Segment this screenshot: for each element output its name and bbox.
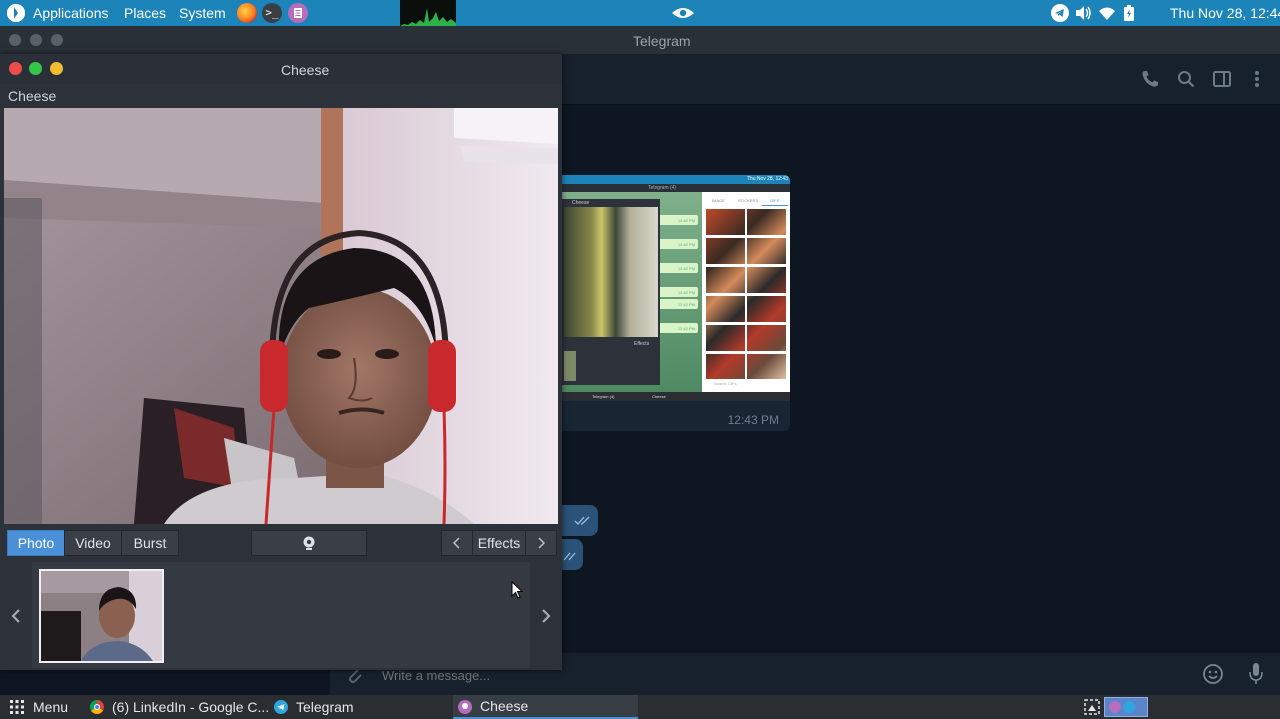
chat-area: Thu Nov 28, 12:43 Telegram (4) 12:42 PM … [562, 105, 1280, 653]
bottom-taskbar: Menu (6) LinkedIn - Google C... Telegram… [0, 695, 1280, 719]
camera-icon [303, 536, 315, 550]
close-button[interactable] [9, 62, 22, 75]
preview-taskbar-item: Telegram (4) [592, 394, 615, 399]
effects-prev-button[interactable] [441, 530, 473, 556]
preview-taskbar-item: Cheese [652, 394, 666, 399]
preview-time: 12:42 PM [677, 242, 695, 247]
screenshot-preview[interactable]: Thu Nov 28, 12:43 Telegram (4) 12:42 PM … [562, 175, 790, 401]
close-button[interactable] [9, 34, 21, 46]
cheese-window-title: Cheese [281, 62, 330, 78]
workspace-switcher[interactable] [1104, 697, 1148, 717]
chevron-right-icon [542, 609, 551, 623]
thumbnail-scroll-right[interactable] [530, 562, 562, 668]
preview-time: 12:42 PM [677, 326, 695, 331]
video-mode-button[interactable]: Video [64, 530, 122, 556]
preview-clock: Thu Nov 28, 12:43 [746, 176, 788, 182]
preview-tab: IMAGE [712, 198, 725, 203]
taskbar-item-cheese-wrap[interactable]: Cheese [453, 695, 638, 719]
chat-header [562, 54, 1280, 105]
cheese-mini-icon [1109, 701, 1121, 713]
cheese-window: Cheese Cheese Photo Video Burst Effects [0, 54, 562, 670]
preview-message-list: 12:42 PM 12:42 PM 12:42 PM 12:42 PM 12:4… [658, 215, 698, 365]
image-message[interactable]: Thu Nov 28, 12:43 Telegram (4) 12:42 PM … [562, 175, 790, 431]
volume-icon[interactable] [1075, 5, 1091, 21]
telegram-tray-icon[interactable] [1051, 4, 1069, 22]
cheese-toolbar: Photo Video Burst Effects [0, 524, 562, 562]
wifi-icon[interactable] [1099, 5, 1115, 21]
thumbnail-scroll-left[interactable] [0, 562, 32, 668]
thumbnail-strip [32, 562, 530, 668]
webcam-viewport [4, 108, 558, 524]
phone-icon[interactable] [1141, 70, 1159, 88]
taskbar-item-telegram[interactable]: Telegram [296, 695, 354, 719]
preview-effects: Effects [634, 341, 650, 347]
preview-topbar: Thu Nov 28, 12:43 [562, 175, 790, 184]
photo-thumbnail[interactable] [39, 569, 164, 663]
mouse-cursor-icon [511, 581, 523, 599]
distro-logo-icon[interactable] [7, 4, 25, 22]
preview-window-title: Telegram (4) [648, 185, 677, 191]
terminal-icon[interactable]: >_ [262, 3, 282, 23]
chevron-right-icon [538, 537, 545, 549]
cheese-icon [458, 700, 472, 714]
menu-grid-icon[interactable] [10, 700, 24, 714]
take-photo-button[interactable] [251, 530, 367, 556]
maximize-button[interactable] [51, 34, 63, 46]
minimize-button[interactable] [30, 34, 42, 46]
chrome-icon [90, 700, 104, 714]
preview-time: 12:42 PM [677, 218, 695, 223]
preview-titlebar: Telegram (4) [562, 184, 790, 192]
microphone-icon[interactable] [1248, 662, 1264, 686]
system-menu[interactable]: System [179, 0, 226, 26]
telegram-icon [274, 700, 288, 714]
preview-tab: STICKERS [738, 198, 759, 203]
maximize-button[interactable] [29, 62, 42, 75]
firefox-icon[interactable] [237, 3, 257, 23]
more-icon[interactable] [1254, 70, 1260, 88]
system-monitor-graph[interactable] [400, 0, 456, 26]
preview-time: 12:42 PM [677, 290, 695, 295]
cheese-app-menu[interactable]: Cheese [8, 88, 56, 104]
effects-next-button[interactable] [525, 530, 557, 556]
taskbar-item-linkedin[interactable]: (6) LinkedIn - Google C... [112, 695, 269, 719]
sidebar-icon[interactable] [1213, 71, 1231, 87]
preview-cheese-window: Cheese Effects [562, 199, 660, 385]
preview-gif-panel: IMAGE STICKERS GIFS Search GIFs [702, 192, 790, 392]
double-check-icon [563, 552, 576, 561]
message-time: 12:43 PM [727, 413, 779, 427]
preview-taskbar: Telegram (4) Cheese [562, 392, 790, 401]
telegram-mini-icon [1123, 701, 1135, 713]
screenshot-tool-icon[interactable] [1084, 699, 1100, 715]
taskbar-item-cheese: Cheese [480, 698, 529, 714]
effects-button[interactable]: Effects [472, 530, 526, 556]
double-check-icon [574, 516, 590, 525]
battery-icon[interactable] [1124, 5, 1134, 21]
outgoing-message[interactable] [562, 539, 583, 570]
preview-tab: GIFS [770, 198, 780, 203]
chevron-left-icon [11, 609, 20, 623]
minimize-button[interactable] [50, 62, 63, 75]
preview-cheese-title: Cheese [572, 200, 590, 206]
menu-button[interactable]: Menu [33, 695, 68, 719]
search-icon[interactable] [1177, 70, 1195, 88]
photo-mode-button[interactable]: Photo [7, 530, 65, 556]
eye-icon[interactable] [671, 6, 695, 20]
top-panel: Applications Places System >_ Thu Nov 28… [0, 0, 1280, 26]
preview-time: 12:42 PM [677, 302, 695, 307]
text-editor-icon[interactable] [288, 3, 308, 23]
cheese-titlebar[interactable]: Cheese [0, 54, 562, 84]
places-menu[interactable]: Places [124, 0, 166, 26]
chevron-left-icon [453, 537, 460, 549]
outgoing-message[interactable] [562, 505, 598, 536]
clock[interactable]: Thu Nov 28, 12:44 [1170, 0, 1280, 26]
burst-mode-button[interactable]: Burst [121, 530, 179, 556]
telegram-titlebar: Telegram [0, 26, 1280, 54]
window-title: Telegram [633, 33, 691, 49]
emoji-icon[interactable] [1202, 663, 1224, 685]
preview-search: Search GIFs [714, 381, 737, 386]
preview-gif-grid [706, 209, 786, 379]
preview-time: 12:42 PM [677, 266, 695, 271]
applications-menu[interactable]: Applications [33, 0, 109, 26]
